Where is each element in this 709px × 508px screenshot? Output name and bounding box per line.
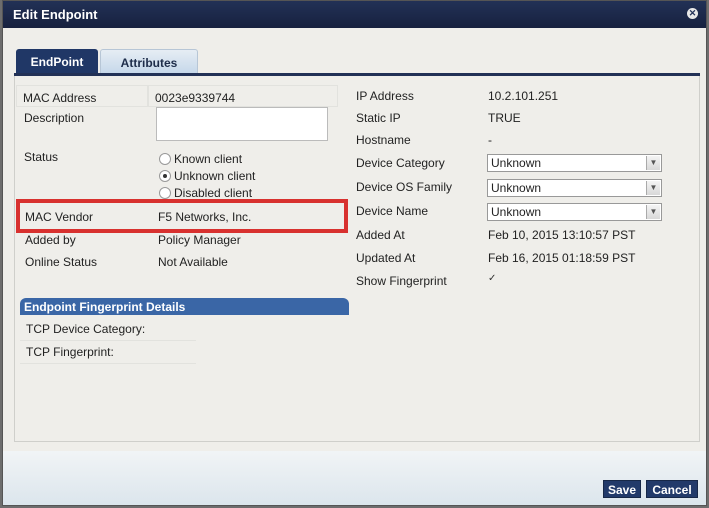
hostname-value: -: [488, 133, 492, 147]
added-by-label: Added by: [25, 233, 76, 247]
updated-at-label: Updated At: [356, 251, 416, 265]
show-fingerprint-label: Show Fingerprint: [356, 274, 447, 288]
cancel-button[interactable]: Cancel: [646, 480, 698, 498]
device-os-family-select[interactable]: Unknown ▼: [487, 179, 662, 197]
added-at-label: Added At: [356, 228, 405, 242]
radio-unknown-client[interactable]: Unknown client: [159, 169, 255, 183]
chevron-down-icon: ▼: [646, 205, 660, 219]
mac-address-value: 0023e9339744: [155, 91, 236, 105]
device-os-family-label: Device OS Family: [356, 180, 453, 194]
chevron-down-icon: ▼: [646, 181, 660, 195]
radio-label: Disabled client: [174, 186, 253, 200]
hostname-label: Hostname: [356, 133, 411, 147]
online-status-label: Online Status: [25, 255, 98, 269]
mac-address-value-cell: 0023e9339744: [148, 85, 338, 107]
ip-address-label: IP Address: [356, 89, 414, 103]
radio-disabled-client[interactable]: Disabled client: [159, 186, 252, 200]
device-name-select[interactable]: Unknown ▼: [487, 203, 662, 221]
select-value: Unknown: [491, 181, 542, 195]
updated-at-value: Feb 16, 2015 01:18:59 PST: [488, 251, 636, 265]
status-label: Status: [24, 150, 59, 164]
fingerprint-section-header: Endpoint Fingerprint Details: [20, 298, 349, 315]
radio-selected-icon: [159, 170, 171, 182]
device-category-label: Device Category: [356, 156, 445, 170]
static-ip-label: Static IP: [356, 111, 401, 125]
select-value: Unknown: [491, 156, 542, 170]
mac-vendor-highlight-box: [16, 199, 348, 233]
description-input[interactable]: [156, 107, 328, 141]
ip-address-value: 10.2.101.251: [488, 89, 559, 103]
edit-endpoint-dialog: Edit Endpoint ✕ EndPoint Attributes MAC …: [2, 0, 707, 506]
static-ip-value: TRUE: [488, 111, 521, 125]
select-value: Unknown: [491, 205, 542, 219]
tab-endpoint[interactable]: EndPoint: [16, 49, 98, 73]
show-fingerprint-checkbox[interactable]: ✓: [488, 273, 496, 284]
save-button[interactable]: Save: [603, 480, 641, 498]
added-by-value: Policy Manager: [158, 233, 241, 247]
radio-icon: [159, 153, 171, 165]
dialog-titlebar: Edit Endpoint ✕: [3, 1, 706, 28]
device-name-label: Device Name: [356, 204, 429, 218]
tcp-fingerprint-label: TCP Fingerprint:: [20, 341, 196, 364]
mac-address-label: MAC Address: [23, 91, 97, 105]
radio-known-client[interactable]: Known client: [159, 152, 242, 166]
online-status-value: Not Available: [158, 255, 228, 269]
chevron-down-icon: ▼: [646, 156, 660, 170]
radio-label: Unknown client: [174, 169, 256, 183]
description-label: Description: [24, 111, 85, 125]
radio-icon: [159, 187, 171, 199]
dialog-footer: [3, 451, 706, 505]
close-icon[interactable]: ✕: [687, 8, 698, 19]
radio-label: Known client: [174, 152, 243, 166]
tcp-device-category-label: TCP Device Category:: [20, 318, 196, 341]
dialog-title: Edit Endpoint: [13, 7, 98, 22]
mac-address-label-cell: MAC Address: [16, 85, 148, 107]
device-category-select[interactable]: Unknown ▼: [487, 154, 662, 172]
added-at-value: Feb 10, 2015 13:10:57 PST: [488, 228, 636, 242]
tab-attributes[interactable]: Attributes: [100, 49, 198, 73]
